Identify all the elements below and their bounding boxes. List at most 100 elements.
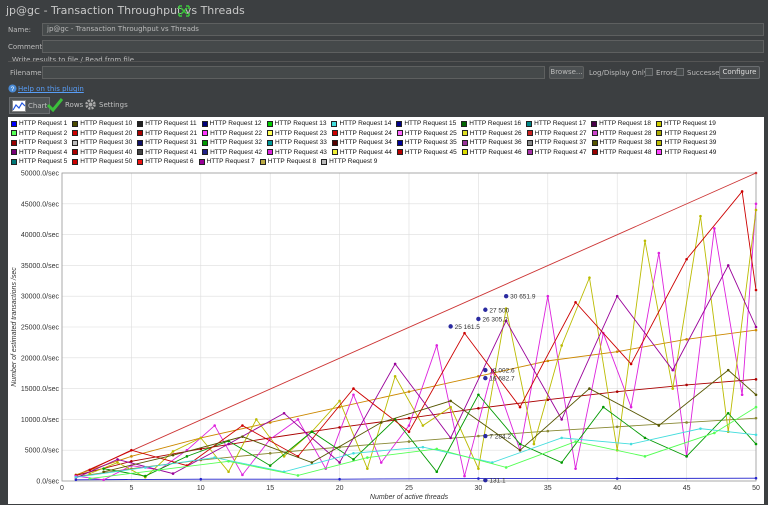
- x-tick-label: 25: [405, 485, 413, 492]
- series-point: [88, 477, 92, 480]
- series-point: [518, 442, 522, 446]
- section-divider: [8, 61, 764, 62]
- series-point: [227, 470, 230, 474]
- y-tick-label: 45000.0/sec: [21, 201, 60, 208]
- tab-chart-label: Chart: [28, 101, 48, 110]
- errors-checkbox[interactable]: [645, 68, 653, 76]
- annotation-label: 16 682.7: [489, 376, 515, 383]
- tab-settings-label: Settings: [99, 100, 128, 109]
- y-axis-label: Number of estimated transactions /sec: [11, 267, 18, 387]
- series-point: [685, 421, 688, 424]
- series-point: [754, 393, 758, 397]
- tab-settings[interactable]: Settings: [84, 97, 128, 112]
- y-tick-label: 5000.0/sec: [25, 448, 60, 455]
- series-point: [352, 451, 355, 455]
- successes-checkbox[interactable]: [676, 68, 684, 76]
- y-tick-label: 25000.0/sec: [21, 325, 60, 332]
- help-link[interactable]: Help on this plugin: [18, 85, 84, 93]
- series-point: [560, 436, 563, 440]
- annotation-label: 25 161.5: [455, 324, 481, 331]
- series-point: [407, 390, 411, 393]
- series-point: [588, 276, 591, 280]
- expand-icon[interactable]: [178, 5, 190, 17]
- x-tick-label: 0: [60, 485, 64, 492]
- series-line: [89, 209, 757, 478]
- comments-field[interactable]: [42, 40, 764, 53]
- series-point: [546, 429, 550, 433]
- series-point: [143, 474, 147, 478]
- y-tick-label: 0.0/sec: [36, 479, 59, 486]
- x-tick-label: 40: [613, 485, 621, 492]
- annotation-point: [476, 316, 481, 322]
- series-point: [379, 461, 383, 464]
- series-point: [518, 448, 522, 452]
- x-tick-label: 45: [683, 485, 691, 492]
- series-point: [574, 301, 577, 304]
- series-point: [88, 468, 92, 472]
- series-point: [296, 474, 300, 477]
- series-point: [615, 477, 619, 480]
- x-tick-label: 5: [129, 485, 133, 492]
- series-point: [546, 294, 550, 298]
- series-point: [338, 477, 341, 481]
- annotation-label: 7 284.2: [489, 434, 511, 441]
- series-line: [75, 172, 757, 476]
- x-tick-label: 50: [752, 485, 760, 492]
- series-point: [588, 387, 591, 390]
- series-point: [199, 477, 203, 481]
- series-point: [754, 378, 758, 381]
- series-point: [310, 430, 314, 434]
- series-point: [477, 477, 480, 480]
- window-title: jp@gc - Transaction Throughput vs Thread…: [6, 4, 245, 17]
- series-point: [671, 387, 675, 390]
- series-point: [116, 461, 119, 464]
- series-point: [116, 458, 119, 461]
- browse-button[interactable]: Browse...: [549, 66, 584, 79]
- x-axis-label: Number of active threads: [370, 494, 449, 501]
- series-point: [615, 350, 619, 353]
- annotation-label: 18 002.6: [489, 368, 515, 375]
- series-point: [726, 264, 730, 267]
- series-point: [477, 393, 480, 397]
- series-line: [89, 190, 757, 471]
- series-point: [504, 466, 508, 469]
- annotation-label: 30 651.9: [510, 294, 536, 301]
- series-point: [449, 436, 452, 440]
- series-point: [754, 416, 758, 420]
- series-point: [171, 450, 175, 453]
- annotation-point: [483, 307, 488, 312]
- series-point: [352, 387, 355, 390]
- series-point: [463, 331, 466, 335]
- annotation-point: [483, 367, 488, 373]
- tab-chart[interactable]: Chart: [9, 97, 51, 114]
- series-point: [88, 472, 92, 475]
- series-point: [282, 411, 286, 415]
- series-point: [685, 257, 688, 261]
- series-point: [546, 359, 550, 363]
- successes-label: Successes: [687, 69, 724, 77]
- y-tick-label: 50000.0/sec: [21, 171, 60, 178]
- name-field[interactable]: jp@gc - Transaction Throughput vs Thread…: [42, 23, 764, 36]
- chart-icon: [12, 99, 26, 112]
- configure-button[interactable]: Configure: [719, 66, 760, 79]
- series-point: [157, 468, 161, 472]
- y-tick-label: 15000.0/sec: [21, 386, 60, 393]
- series-point: [227, 459, 230, 463]
- series-point: [713, 227, 716, 230]
- series-point: [407, 430, 411, 434]
- annotation-point: [448, 324, 453, 329]
- series-point: [629, 362, 633, 366]
- series-point: [518, 405, 522, 409]
- x-tick-label: 20: [336, 485, 344, 492]
- tab-rows[interactable]: Rows: [47, 97, 83, 112]
- help-icon: ?: [8, 84, 17, 93]
- series-point: [338, 461, 341, 464]
- series-point: [602, 405, 605, 409]
- series-point: [268, 451, 272, 455]
- series-point: [338, 399, 341, 403]
- filename-field[interactable]: [42, 66, 545, 79]
- errors-label: Errors: [656, 69, 677, 77]
- series-point: [421, 445, 425, 449]
- series-point: [657, 424, 661, 427]
- y-tick-label: 20000.0/sec: [21, 355, 60, 362]
